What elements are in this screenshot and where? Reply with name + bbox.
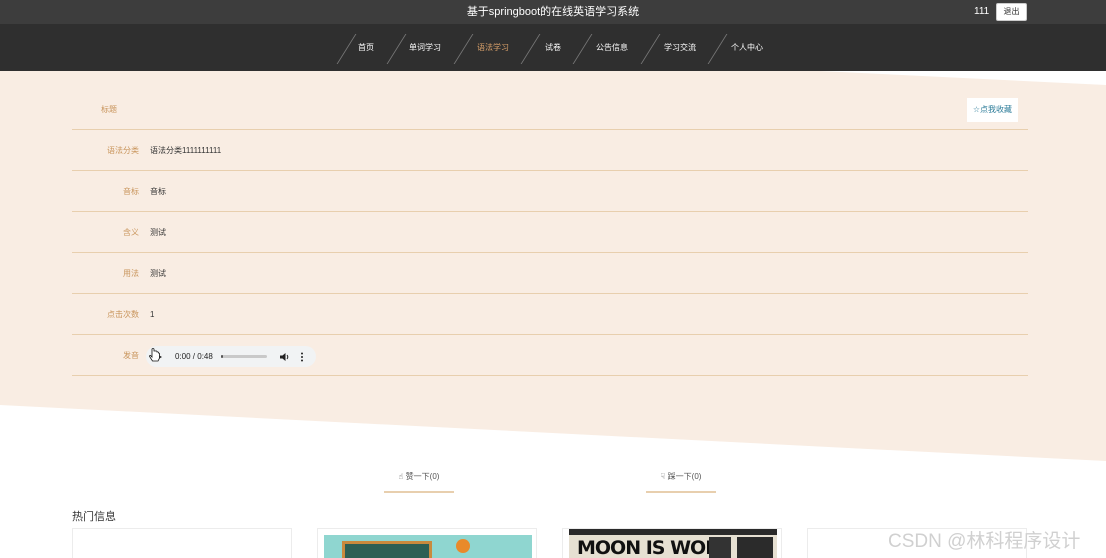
more-vertical-icon bbox=[300, 352, 303, 361]
row-value: 测试 bbox=[150, 227, 166, 237]
nav-separator bbox=[572, 34, 593, 64]
card-image-ball bbox=[456, 539, 470, 553]
volume-icon bbox=[279, 352, 289, 361]
dislike-button[interactable]: ☟ 踩一下(0) bbox=[646, 465, 716, 493]
dislike-label: 踩一下(0) bbox=[667, 472, 702, 481]
card-image bbox=[324, 535, 532, 558]
site-title: 基于springboot的在线英语学习系统 bbox=[466, 6, 640, 18]
audio-progress-fill bbox=[220, 355, 224, 358]
nav-item-home[interactable]: 首页 bbox=[358, 24, 374, 71]
top-bar: 基于springboot的在线英语学习系统 111 退出 bbox=[0, 0, 1106, 24]
row-label: 点击次数 bbox=[107, 309, 139, 319]
audio-time: 0:00 / 0:48 bbox=[175, 352, 213, 361]
nav-separator bbox=[520, 34, 541, 64]
hand-cursor-icon bbox=[149, 348, 160, 362]
favorite-button[interactable]: ☆点我收藏 bbox=[966, 98, 1018, 122]
detail-row-usage: 用法 测试 bbox=[72, 253, 1028, 294]
row-value: 语法分类1111111111 bbox=[150, 145, 222, 155]
nav-separator bbox=[707, 34, 728, 64]
detail-panel: 标题 ☆点我收藏 语法分类 语法分类1111111111 音标 音标 含义 测试… bbox=[72, 90, 1028, 376]
user-name: 111 bbox=[974, 6, 990, 17]
audio-player: 0:00 / 0:48 bbox=[146, 346, 316, 367]
nav-separator bbox=[640, 34, 661, 64]
logout-button[interactable]: 退出 bbox=[996, 3, 1027, 21]
nav-separator bbox=[386, 34, 407, 64]
nav-item-exam[interactable]: 试卷 bbox=[545, 24, 561, 71]
hot-card[interactable] bbox=[317, 528, 537, 558]
row-label: 用法 bbox=[123, 268, 139, 278]
like-label: 赞一下(0) bbox=[405, 472, 440, 481]
row-label: 语法分类 bbox=[107, 145, 139, 155]
row-value: 1 bbox=[150, 309, 155, 319]
title-label: 标题 bbox=[101, 105, 117, 114]
detail-row-category: 语法分类 语法分类1111111111 bbox=[72, 130, 1028, 171]
audio-progress-slider[interactable] bbox=[220, 355, 267, 358]
hot-card[interactable]: MOON IS WON bbox=[562, 528, 782, 558]
watermark: CSDN @林科程序设计 bbox=[888, 531, 1081, 552]
volume-button[interactable] bbox=[279, 352, 290, 362]
row-label: 含义 bbox=[123, 227, 139, 237]
nav-item-forum[interactable]: 学习交流 bbox=[664, 24, 696, 71]
newspaper-strip bbox=[569, 529, 777, 535]
main-nav: 首页 单词学习 语法学习 试卷 公告信息 学习交流 个人中心 bbox=[0, 24, 1106, 71]
thumb-up-icon: ☝ bbox=[398, 472, 404, 481]
more-options-button[interactable] bbox=[300, 352, 304, 362]
hot-card[interactable] bbox=[72, 528, 292, 558]
detail-row-phonetic: 音标 音标 bbox=[72, 171, 1028, 212]
detail-row-clicks: 点击次数 1 bbox=[72, 294, 1028, 335]
row-value: 音标 bbox=[150, 186, 166, 196]
card-image-board bbox=[342, 541, 432, 558]
newspaper-photo bbox=[737, 537, 773, 558]
nav-separator bbox=[453, 34, 474, 64]
newspaper-headline: MOON IS WON bbox=[577, 537, 721, 558]
card-image-newspaper: MOON IS WON bbox=[569, 529, 777, 558]
detail-row-meaning: 含义 测试 bbox=[72, 212, 1028, 253]
detail-title-row: 标题 ☆点我收藏 bbox=[72, 90, 1028, 130]
nav-item-notices[interactable]: 公告信息 bbox=[596, 24, 628, 71]
newspaper-photo bbox=[709, 537, 731, 558]
hot-info-title: 热门信息 bbox=[72, 511, 116, 523]
row-value: 测试 bbox=[150, 268, 166, 278]
nav-item-word-study[interactable]: 单词学习 bbox=[409, 24, 441, 71]
row-label: 音标 bbox=[123, 186, 139, 196]
nav-separator bbox=[336, 34, 357, 64]
like-button[interactable]: ☝ 赞一下(0) bbox=[384, 465, 454, 493]
nav-item-profile[interactable]: 个人中心 bbox=[731, 24, 763, 71]
row-label: 发音 bbox=[123, 350, 139, 360]
thumb-down-icon: ☟ bbox=[660, 472, 666, 481]
nav-item-grammar-study[interactable]: 语法学习 bbox=[477, 24, 509, 71]
